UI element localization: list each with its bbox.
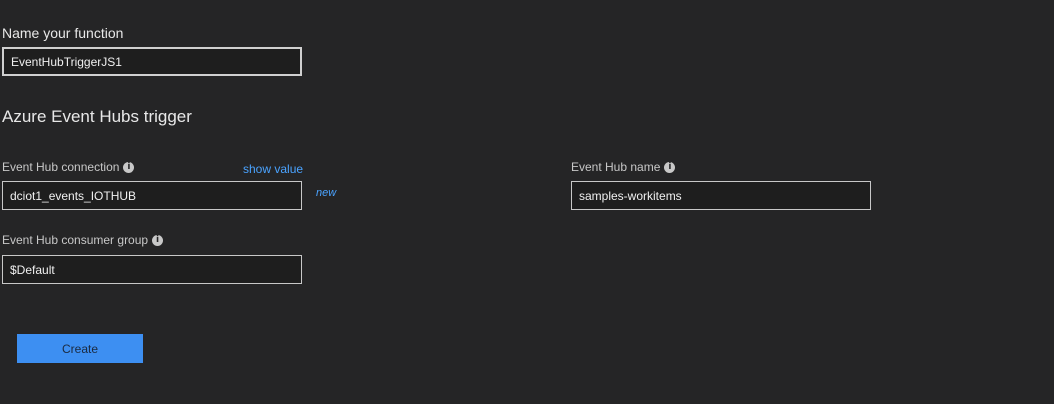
info-icon[interactable]: i [123, 161, 135, 173]
info-icon[interactable]: i [664, 161, 676, 173]
info-icon[interactable]: i [152, 234, 164, 246]
event-hub-name-label-group: Event Hub name i [571, 160, 676, 174]
consumer-group-input[interactable] [2, 255, 302, 284]
consumer-group-label: Event Hub consumer group [2, 233, 149, 247]
event-hub-connection-label: Event Hub connection [2, 160, 120, 174]
function-name-label: Name your function [2, 25, 124, 41]
consumer-group-label-group: Event Hub consumer group i [2, 233, 164, 247]
create-button[interactable]: Create [17, 334, 143, 363]
event-hub-connection-input[interactable] [2, 181, 302, 210]
event-hub-name-label: Event Hub name [571, 160, 661, 174]
event-hub-name-input[interactable] [571, 181, 871, 210]
section-title: Azure Event Hubs trigger [2, 107, 192, 126]
function-name-input[interactable] [2, 47, 302, 76]
function-create-form: Name your function Azure Event Hubs trig… [0, 0, 1054, 404]
new-connection-link[interactable]: new [316, 187, 336, 199]
event-hub-connection-label-group: Event Hub connection i [2, 160, 135, 174]
show-value-link[interactable]: show value [243, 162, 303, 176]
